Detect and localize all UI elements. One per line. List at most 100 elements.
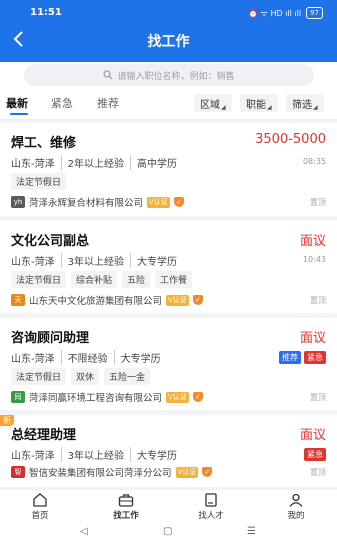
- home-icon: [33, 493, 47, 507]
- company-logo: 同: [11, 391, 25, 403]
- search-bar: 请输入职位名称，例如：销售: [0, 62, 337, 90]
- job-salary: 面议: [299, 234, 326, 249]
- nav-home-label: 首页: [31, 511, 49, 521]
- system-home-icon[interactable]: ▢: [163, 526, 172, 537]
- job-meta: 山东-菏泽 3年以上经验 大专学历: [11, 253, 183, 268]
- job-location: 山东-菏泽: [11, 159, 55, 170]
- company-name: 山东天中文化旅游集团有限公司: [29, 296, 163, 307]
- job-tag: 综合补贴: [71, 271, 118, 288]
- search-placeholder: 请输入职位名称，例如：销售: [117, 71, 235, 82]
- job-tags: 法定节假日 双休 五险一金: [11, 368, 151, 385]
- nav-find-talent-label: 找人才: [198, 511, 224, 521]
- job-location: 山东-菏泽: [11, 354, 55, 365]
- job-tag: 双休: [71, 368, 100, 385]
- job-time: 08:35: [302, 157, 326, 166]
- bottom-nav: 首页 找工作 找人才 我的: [0, 489, 337, 521]
- verified-badge: V认证: [166, 294, 189, 306]
- job-time: 10:43: [302, 255, 326, 264]
- job-tag: 法定节假日: [11, 271, 67, 288]
- shield-icon: ✓: [202, 467, 213, 477]
- company-logo: 天: [11, 294, 25, 306]
- job-meta: 山东-菏泽 3年以上经验 大专学历: [11, 447, 183, 462]
- triangle-down-icon: ◢: [267, 104, 272, 111]
- recommend-badge: 推荐: [279, 351, 301, 364]
- resume-icon: [205, 493, 217, 507]
- job-experience: 3年以上经验: [60, 447, 130, 462]
- job-tag: 法定节假日: [11, 173, 67, 190]
- job-tag: 五险一金: [104, 368, 151, 385]
- urgent-badge: 紧急: [304, 448, 326, 461]
- job-title: 总经理助理: [11, 428, 77, 443]
- pinned-label: 置顶: [310, 468, 326, 477]
- job-salary: 面议: [299, 331, 326, 346]
- job-badges: 推荐 紧急: [279, 351, 326, 364]
- nav-find-talent[interactable]: 找人才: [181, 493, 241, 521]
- job-title: 焊工、维修: [11, 136, 77, 151]
- nav-mine[interactable]: 我的: [266, 493, 326, 521]
- job-card[interactable]: 新 总经理助理 面议 山东-菏泽 3年以上经验 大专学历 紧急 智 智信安装集团…: [0, 415, 337, 487]
- company-row[interactable]: 智 智信安装集团有限公司菏泽分公司 V认证 ✓: [11, 465, 213, 479]
- system-nav-bar: ◁ ▢ ☰: [0, 521, 337, 543]
- status-time: 11:51: [30, 7, 62, 18]
- user-icon: [289, 493, 303, 507]
- tab-underline: [10, 113, 28, 115]
- tab-recommend[interactable]: 推荐: [97, 95, 119, 111]
- job-education: 大专学历: [129, 253, 183, 268]
- job-education: 大专学历: [129, 447, 183, 462]
- company-name: 菏泽永辉复合材料有限公司: [29, 198, 144, 209]
- search-icon: [103, 70, 113, 80]
- system-menu-icon[interactable]: ☰: [247, 526, 256, 537]
- triangle-down-icon: ◢: [313, 104, 318, 111]
- job-title: 文化公司副总: [11, 234, 90, 249]
- job-education: 高中学历: [129, 155, 183, 170]
- job-location: 山东-菏泽: [11, 257, 55, 268]
- verified-badge: V认证: [175, 466, 199, 478]
- job-card[interactable]: 文化公司副总 面议 山东-菏泽 3年以上经验 大专学历 10:43 法定节假日 …: [0, 221, 337, 313]
- job-title: 咨询顾问助理: [11, 331, 90, 346]
- filter-more[interactable]: 筛选◢: [286, 94, 324, 112]
- pinned-label: 置顶: [310, 198, 326, 207]
- job-meta: 山东-菏泽 不限经验 大专学历: [11, 350, 167, 365]
- tabs-bar: 最新 紧急 推荐 区域◢ 职能◢ 筛选◢: [0, 90, 337, 120]
- pinned-label: 置顶: [310, 393, 326, 402]
- job-tag: 法定节假日: [11, 368, 67, 385]
- briefcase-icon: [118, 494, 134, 507]
- company-row[interactable]: 天 山东天中文化旅游集团有限公司 V认证 ✓: [11, 293, 203, 307]
- tab-urgent[interactable]: 紧急: [51, 95, 73, 111]
- tab-latest[interactable]: 最新: [6, 95, 28, 111]
- pinned-label: 置顶: [310, 296, 326, 305]
- status-signal-icons: ⏰ ᯤ HD ıll ıll: [248, 8, 302, 18]
- company-logo: 智: [11, 466, 25, 478]
- page-title: 找工作: [147, 34, 190, 50]
- job-meta: 山东-菏泽 2年以上经验 高中学历: [11, 155, 183, 170]
- top-bar: 11:51 ⏰ ᯤ HD ıll ıll 97 找工作: [0, 0, 337, 62]
- job-card[interactable]: 焊工、维修 3500-5000 山东-菏泽 2年以上经验 高中学历 08:35 …: [0, 123, 337, 216]
- company-row[interactable]: yh 菏泽永辉复合材料有限公司 V认证 ✓: [11, 195, 184, 209]
- job-experience: 2年以上经验: [60, 155, 130, 170]
- company-name: 智信安装集团有限公司菏泽分公司: [29, 468, 172, 479]
- job-tag: 五险: [122, 271, 151, 288]
- job-tags: 法定节假日: [11, 173, 67, 190]
- job-badges: 紧急: [304, 448, 326, 461]
- job-salary: 3500-5000: [255, 132, 326, 147]
- job-tag: 工作餐: [155, 271, 193, 288]
- nav-mine-label: 我的: [287, 511, 305, 521]
- company-name: 菏泽同赢环境工程咨询有限公司: [29, 393, 163, 404]
- urgent-badge: 紧急: [304, 351, 326, 364]
- search-input[interactable]: 请输入职位名称，例如：销售: [24, 64, 314, 86]
- company-row[interactable]: 同 菏泽同赢环境工程咨询有限公司 V认证 ✓: [11, 390, 203, 404]
- triangle-down-icon: ◢: [221, 104, 226, 111]
- filter-function-label: 职能: [246, 100, 266, 111]
- shield-icon: ✓: [192, 392, 203, 402]
- status-icons: ⏰ ᯤ HD ıll ıll 97: [248, 7, 323, 19]
- nav-find-job[interactable]: 找工作: [96, 493, 156, 521]
- filter-area[interactable]: 区域◢: [194, 94, 232, 112]
- nav-find-job-label: 找工作: [113, 511, 139, 521]
- job-salary: 面议: [299, 428, 326, 443]
- system-back-icon[interactable]: ◁: [80, 526, 88, 537]
- job-card[interactable]: 咨询顾问助理 面议 山东-菏泽 不限经验 大专学历 推荐 紧急 法定节假日 双休…: [0, 318, 337, 410]
- filter-function[interactable]: 职能◢: [240, 94, 278, 112]
- battery-icon: 97: [306, 7, 323, 19]
- job-tags: 法定节假日 综合补贴 五险 工作餐: [11, 271, 193, 288]
- nav-home[interactable]: 首页: [10, 493, 70, 521]
